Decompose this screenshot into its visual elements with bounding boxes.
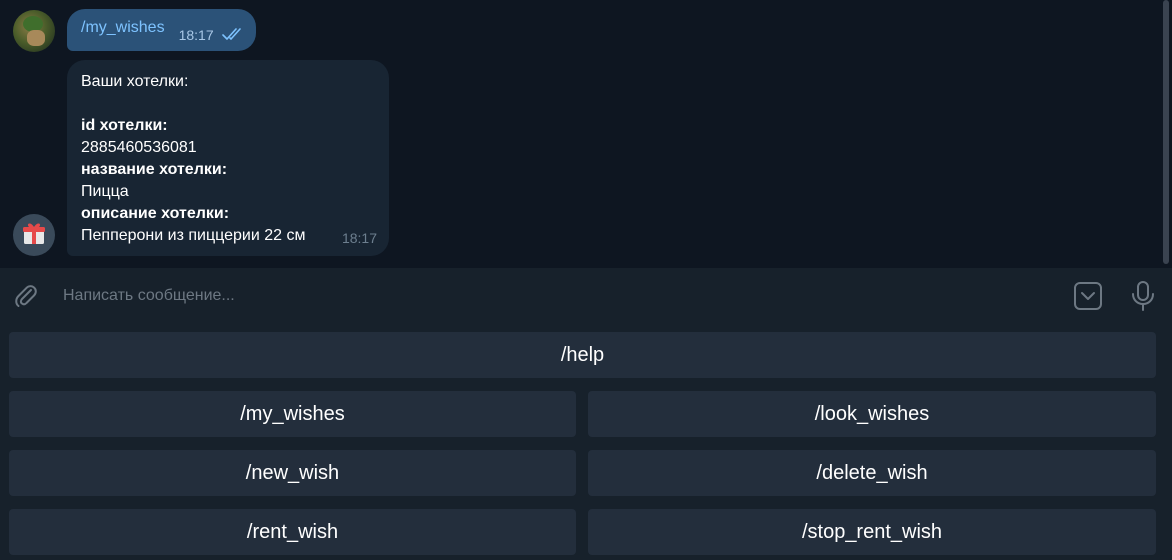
delete-wish-button[interactable]: /delete_wish — [588, 450, 1156, 496]
microphone-icon[interactable] — [1130, 280, 1156, 312]
wish-id-label: id хотелки: — [81, 117, 168, 134]
wish-name-value: Пицца — [81, 183, 129, 200]
outgoing-message-text[interactable]: /my_wishes — [81, 19, 165, 37]
message-composer — [0, 268, 1172, 324]
help-button[interactable]: /help — [9, 332, 1156, 378]
new-wish-button[interactable]: /new_wish — [9, 450, 576, 496]
incoming-message-time: 18:17 — [341, 230, 377, 246]
wish-description-value: Пепперони из пиццерии 22 см — [81, 227, 306, 244]
message-input[interactable] — [63, 284, 963, 308]
paperclip-icon[interactable] — [12, 282, 40, 310]
wish-name-label: название хотелки: — [81, 161, 228, 178]
outgoing-message[interactable]: /my_wishes 18:17 — [67, 9, 256, 51]
outgoing-message-time: 18:17 — [178, 27, 214, 43]
look-wishes-button[interactable]: /look_wishes — [588, 391, 1156, 437]
chat-scrollbar[interactable] — [1163, 0, 1169, 264]
gift-icon — [21, 220, 47, 251]
wish-id-value: 2885460536081 — [81, 139, 197, 156]
wish-description-label: описание хотелки: — [81, 205, 230, 222]
stop-rent-wish-button[interactable]: /stop_rent_wish — [588, 509, 1156, 555]
message-heading: Ваши хотелки: — [81, 73, 189, 90]
incoming-message[interactable]: Ваши хотелки: id хотелки: 2885460536081 … — [67, 60, 389, 256]
bot-keyboard: /help /my_wishes /look_wishes /new_wish … — [0, 324, 1172, 560]
chat-history: /my_wishes 18:17 Ваши хотелки: id хотелк… — [0, 0, 1172, 268]
bot-avatar[interactable] — [13, 214, 55, 256]
rent-wish-button[interactable]: /rent_wish — [9, 509, 576, 555]
keyboard-icon[interactable] — [1073, 281, 1103, 311]
my-wishes-button[interactable]: /my_wishes — [9, 391, 576, 437]
double-check-icon — [221, 27, 244, 41]
user-avatar[interactable] — [13, 10, 55, 52]
